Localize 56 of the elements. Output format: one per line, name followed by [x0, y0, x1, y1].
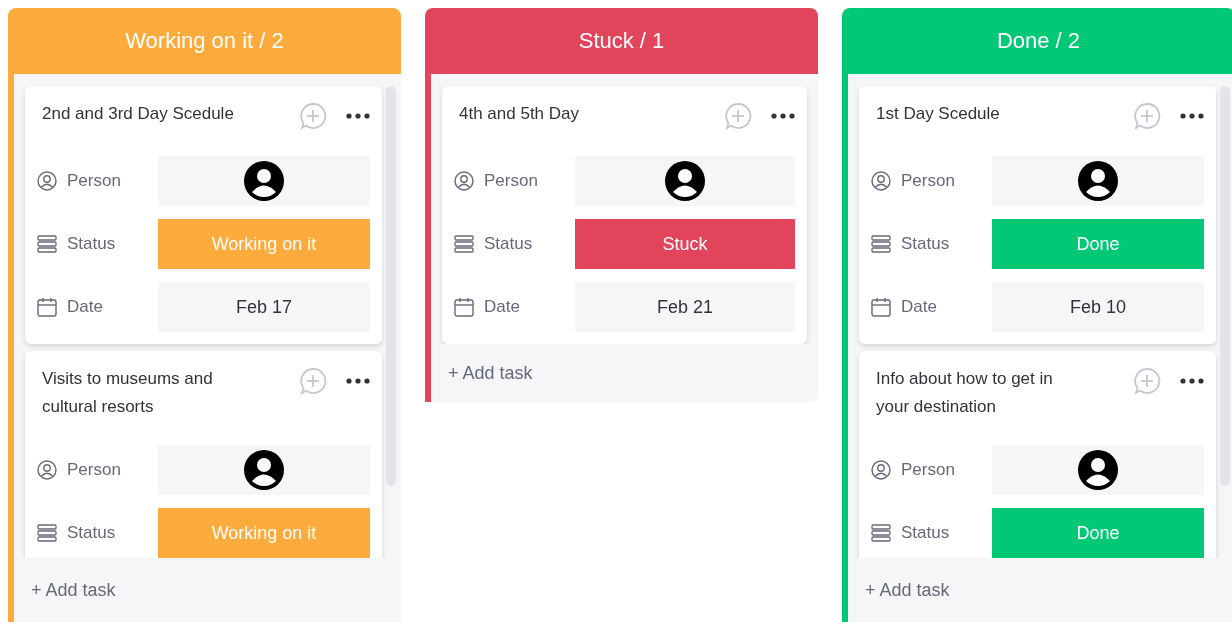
field-label: Person	[901, 171, 955, 191]
list-icon	[454, 235, 474, 253]
card-title: 2nd and 3rd Day Scedule	[41, 103, 235, 125]
person-cell[interactable]	[158, 445, 370, 495]
person-icon	[871, 171, 891, 191]
field-label: Person	[901, 460, 955, 480]
field-label: Date	[484, 297, 520, 317]
calendar-icon	[454, 297, 474, 317]
status-label[interactable]: Stuck	[575, 219, 795, 269]
column-header: Done / 2	[842, 8, 1232, 74]
field-label: Status	[67, 234, 116, 254]
avatar-icon[interactable]	[1077, 449, 1119, 491]
card-title: 1st Day Scedule	[875, 103, 1001, 125]
card-title: 4th and 5th Day	[458, 103, 581, 125]
person-cell[interactable]	[158, 156, 370, 206]
date-cell[interactable]: Feb 21	[575, 282, 795, 332]
date-cell[interactable]: Feb 17	[158, 282, 370, 332]
column-header: Working on it / 2	[8, 8, 401, 74]
add-task-link[interactable]: + Add task	[865, 579, 950, 601]
field-label: Person	[67, 460, 121, 480]
card-title: Info about how to get in your destination	[875, 368, 1054, 418]
more-icon[interactable]	[1180, 378, 1204, 384]
add-task-link[interactable]: + Add task	[31, 579, 116, 601]
person-icon	[37, 171, 57, 191]
field-label: Person	[67, 171, 121, 191]
calendar-icon	[37, 297, 57, 317]
field-label: Status	[67, 523, 116, 543]
field-label: Date	[67, 297, 103, 317]
avatar-icon[interactable]	[1077, 160, 1119, 202]
date-cell[interactable]: Feb 10	[992, 282, 1204, 332]
field-label: Status	[901, 234, 950, 254]
add-task-link[interactable]: + Add task	[448, 362, 533, 384]
more-icon[interactable]	[346, 378, 370, 384]
person-icon	[454, 171, 474, 191]
list-icon	[37, 235, 57, 253]
person-icon	[871, 460, 891, 480]
more-icon[interactable]	[346, 113, 370, 119]
avatar-icon[interactable]	[243, 449, 285, 491]
field-label: Status	[901, 523, 950, 543]
field-label: Status	[484, 234, 533, 254]
avatar-icon[interactable]	[664, 160, 706, 202]
field-label: Person	[484, 171, 538, 191]
column-header: Stuck / 1	[425, 8, 818, 74]
calendar-icon	[871, 297, 891, 317]
more-icon[interactable]	[771, 113, 795, 119]
person-cell[interactable]	[992, 445, 1204, 495]
more-icon[interactable]	[1180, 113, 1204, 119]
person-cell[interactable]	[575, 156, 795, 206]
card-title: Visits to museums and cultural resorts	[41, 368, 214, 418]
list-icon	[37, 524, 57, 542]
avatar-icon[interactable]	[243, 160, 285, 202]
person-icon	[37, 460, 57, 480]
list-icon	[871, 524, 891, 542]
person-cell[interactable]	[992, 156, 1204, 206]
field-label: Date	[901, 297, 937, 317]
list-icon	[871, 235, 891, 253]
